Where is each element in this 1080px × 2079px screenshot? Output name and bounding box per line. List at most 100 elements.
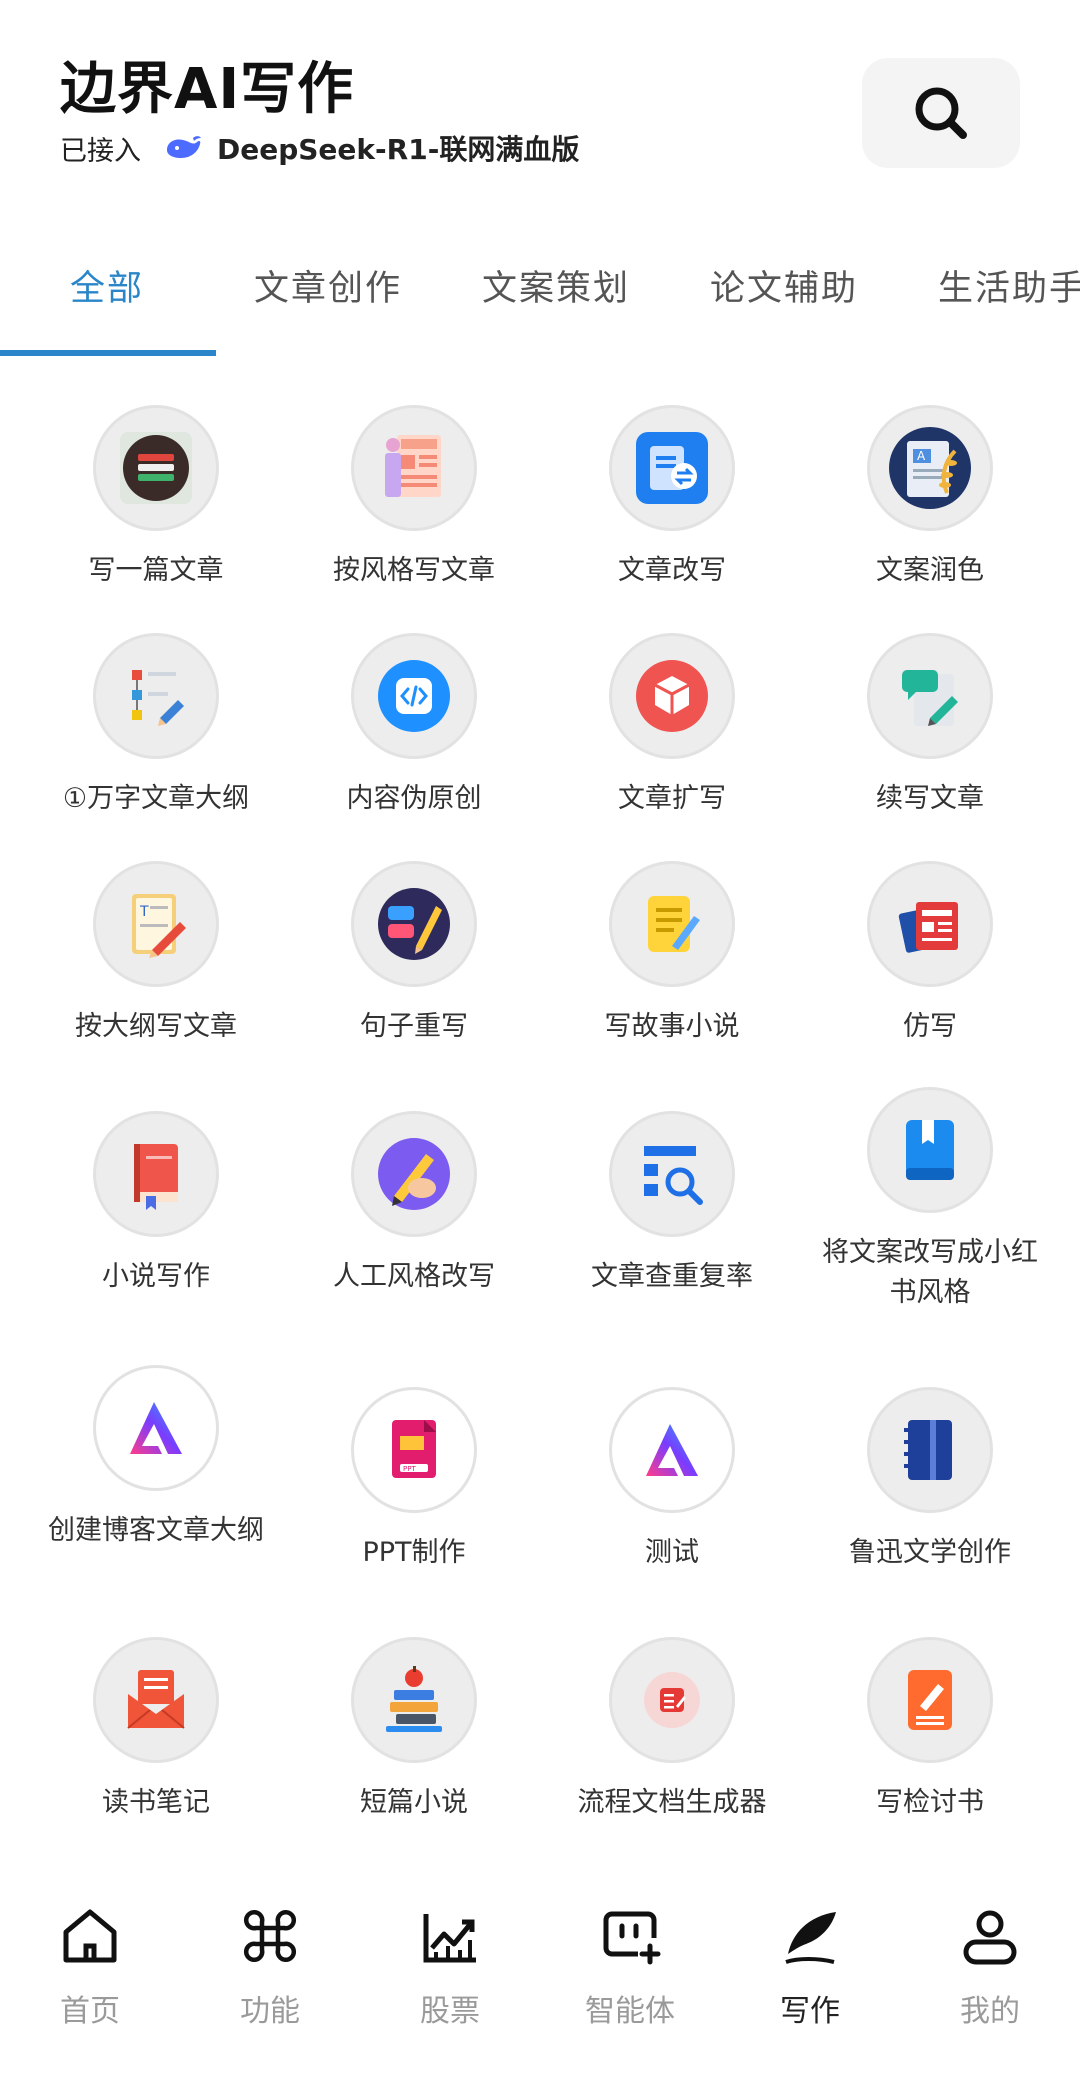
- tab-life[interactable]: 生活助手: [938, 260, 1080, 311]
- ppt-file-icon: PPT: [351, 1387, 477, 1513]
- tool-item[interactable]: 文章查重复率: [543, 1111, 801, 1297]
- tool-label: 人工风格改写: [333, 1261, 495, 1292]
- news-board-icon: [351, 405, 477, 531]
- red-notes-icon: [609, 1637, 735, 1763]
- model-info: 已接入 DeepSeek-R1-联网满血版: [60, 128, 579, 168]
- nav-agents[interactable]: 智能体: [560, 1904, 700, 2030]
- doc-exchange-icon: [609, 405, 735, 531]
- blue-book-icon: [867, 1087, 993, 1213]
- notebook-icon: [867, 1387, 993, 1513]
- nav-label: 智能体: [585, 1994, 675, 2029]
- doc-search-icon: [609, 1111, 735, 1237]
- tool-label: 按大纲写文章: [75, 1011, 237, 1042]
- agent-icon: [603, 1911, 661, 1965]
- nav-label: 我的: [960, 1994, 1020, 2029]
- tool-label: ①万字文章大纲: [62, 783, 250, 814]
- svg-text:T: T: [139, 904, 149, 920]
- tool-item[interactable]: 按风格写文章: [285, 405, 543, 591]
- tool-label: 文章扩写: [618, 783, 726, 814]
- tool-item[interactable]: 写故事小说: [543, 861, 801, 1047]
- header: 边界AI写作 已接入 DeepSeek-R1-联网满血版: [0, 0, 1080, 200]
- stock-chart-icon: [423, 1914, 476, 1963]
- home-icon: [63, 1909, 117, 1963]
- tool-label: 写故事小说: [604, 1011, 740, 1042]
- tab-all[interactable]: 全部: [70, 260, 144, 311]
- tool-item[interactable]: 写一篇文章: [27, 405, 285, 591]
- hand-pencil-icon: [351, 1111, 477, 1237]
- laurel-doc-icon: A: [867, 405, 993, 531]
- tool-item[interactable]: 句子重写: [285, 861, 543, 1047]
- envelope-letter-icon: [93, 1637, 219, 1763]
- flowchart-pencil-icon: [93, 633, 219, 759]
- tool-label: 写一篇文章: [88, 555, 224, 586]
- tool-item[interactable]: 流程文档生成器: [543, 1637, 801, 1823]
- svg-text:PPT: PPT: [403, 1465, 416, 1473]
- nav-profile[interactable]: 我的: [920, 1904, 1060, 2030]
- search-icon: [915, 87, 967, 139]
- svg-text:A: A: [917, 449, 926, 463]
- tab-copywriting[interactable]: 文案策划: [482, 260, 630, 311]
- search-button[interactable]: [862, 58, 1020, 168]
- tool-item[interactable]: 仿写: [801, 861, 1059, 1047]
- nav-label: 写作: [780, 1994, 840, 2029]
- tool-label: 按风格写文章: [333, 555, 495, 586]
- nav-writing[interactable]: 写作: [740, 1904, 880, 2030]
- nav-features[interactable]: 功能: [200, 1904, 340, 2030]
- tool-label: 读书笔记: [102, 1787, 210, 1818]
- tab-article[interactable]: 文章创作: [254, 260, 402, 311]
- tool-item[interactable]: 鲁迅文学创作: [801, 1387, 1059, 1573]
- tool-item[interactable]: 写检讨书: [801, 1637, 1059, 1823]
- tool-label: 写检讨书: [876, 1787, 984, 1818]
- tool-item[interactable]: 人工风格改写: [285, 1111, 543, 1297]
- tool-item[interactable]: 续写文章: [801, 633, 1059, 819]
- chat-doc-pencil-icon: [867, 633, 993, 759]
- command-icon: [243, 1909, 297, 1963]
- app-title: 边界AI写作: [60, 57, 355, 122]
- newspapers-icon: [867, 861, 993, 987]
- tool-label: 文章改写: [618, 555, 726, 586]
- tool-label: 仿写: [903, 1011, 957, 1042]
- tool-item[interactable]: A 文案润色: [801, 405, 1059, 591]
- orange-doc-pencil-icon: [867, 1637, 993, 1763]
- tool-item[interactable]: 内容伪原创: [285, 633, 543, 819]
- tool-item[interactable]: 文章扩写: [543, 633, 801, 819]
- books-apple-icon: [351, 1637, 477, 1763]
- quill-icon: [785, 1912, 836, 1964]
- yellow-notes-icon: [609, 861, 735, 987]
- tool-item[interactable]: 将文案改写成小红书风格: [801, 1087, 1059, 1313]
- model-name: DeepSeek-R1-联网满血版: [217, 133, 580, 166]
- tool-label: 测试: [645, 1537, 699, 1568]
- bottom-nav: 首页 功能 股票 智能体 写作 我的: [0, 1880, 1080, 2079]
- user-icon: [963, 1910, 1017, 1965]
- tool-item[interactable]: T 按大纲写文章: [27, 861, 285, 1047]
- tool-item[interactable]: 文章改写: [543, 405, 801, 591]
- tool-label: 流程文档生成器: [577, 1787, 767, 1818]
- tool-label: PPT制作: [362, 1537, 466, 1568]
- nav-home[interactable]: 首页: [20, 1904, 160, 2030]
- code-tag-icon: [351, 633, 477, 759]
- tool-item[interactable]: PPT PPT制作: [285, 1387, 543, 1573]
- tool-label: 续写文章: [876, 783, 984, 814]
- tool-item[interactable]: ①万字文章大纲: [27, 633, 285, 819]
- tool-label: 鲁迅文学创作: [849, 1537, 1011, 1568]
- gradient-a-logo-icon: [609, 1387, 735, 1513]
- tool-item[interactable]: 小说写作: [27, 1111, 285, 1297]
- red-book-icon: [93, 1111, 219, 1237]
- nav-label: 功能: [240, 1994, 300, 2029]
- tool-label: 文案润色: [876, 555, 984, 586]
- stack-book-icon: [93, 405, 219, 531]
- tab-thesis[interactable]: 论文辅助: [710, 260, 858, 311]
- tool-label: 内容伪原创: [346, 783, 482, 814]
- tool-label: 短篇小说: [360, 1787, 468, 1818]
- tool-label: 小说写作: [102, 1261, 210, 1292]
- cube-icon: [609, 633, 735, 759]
- nav-stocks[interactable]: 股票: [380, 1904, 520, 2030]
- category-tabs: 全部 文章创作 文案策划 论文辅助 生活助手: [0, 240, 1080, 358]
- tool-item[interactable]: 创建博客文章大纲: [27, 1365, 285, 1551]
- model-prefix: 已接入: [60, 135, 141, 167]
- tool-item[interactable]: 短篇小说: [285, 1637, 543, 1823]
- nav-label: 股票: [420, 1994, 480, 2029]
- tool-item[interactable]: 读书笔记: [27, 1637, 285, 1823]
- tool-item[interactable]: 测试: [543, 1387, 801, 1573]
- tool-label: 创建博客文章大纲: [48, 1515, 264, 1546]
